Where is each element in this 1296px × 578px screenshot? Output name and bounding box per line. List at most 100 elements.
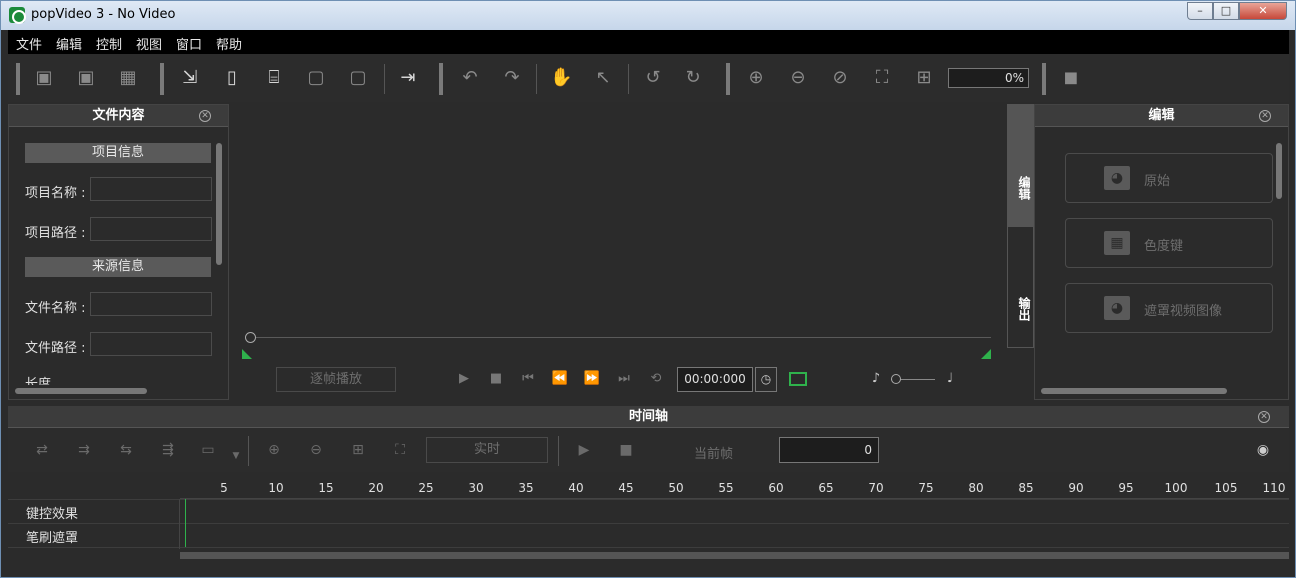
fast-forward-icon[interactable]: ⏩ [583,370,601,388]
close-button[interactable]: ✕ [1239,2,1287,20]
ruler-tick: 60 [768,481,784,495]
timeline-horizontal-scrollbar[interactable] [180,552,1289,559]
rewind-icon[interactable]: ⏪ [551,370,569,388]
zoom-fit-icon[interactable]: ⊞ [348,440,368,460]
in-point-marker[interactable] [242,349,252,359]
project-name-input[interactable] [90,177,212,201]
edit-original-button[interactable]: ◕ 原始 [1065,153,1273,203]
file-content-panel: 文件内容 ✕ 项目信息 项目名称 : 项目路径 : 来源信息 文件名称 : 文件… [8,104,229,400]
timeline-title: 时间轴 ✕ [8,406,1289,428]
fast-note-icon[interactable]: ♩ [941,370,959,388]
loop-icon[interactable]: ⟲ [647,370,665,388]
checker-icon[interactable]: ▦ [117,67,139,89]
rotate-right-icon[interactable]: ↻ [682,67,704,89]
current-frame-field[interactable]: 0 [779,437,879,463]
import-icon[interactable]: ⇲ [179,67,201,89]
edit-item-label: 原始 [1144,174,1171,189]
move-track-icon[interactable]: ⇆ [116,440,136,460]
checker-icon: ▦ [1104,231,1130,255]
project-path-label: 项目路径 : [25,226,86,241]
stop-icon[interactable]: ■ [616,440,636,460]
track-label-brush-mask[interactable]: 笔刷遮罩 [26,527,78,546]
menu-edit[interactable]: 编辑 [56,34,82,53]
menu-window[interactable]: 窗口 [176,34,202,53]
open-folder-icon[interactable]: ⌸ [263,67,285,89]
menu-control[interactable]: 控制 [96,34,122,53]
play-icon[interactable]: ▶ [574,440,594,460]
timeline-ruler[interactable]: 5 10 15 20 25 30 35 40 45 50 55 60 65 70… [180,474,1289,499]
record-icon[interactable]: ◼ [1060,67,1082,89]
ruler-tick: 35 [518,481,534,495]
stop-icon[interactable]: ■ [487,370,505,388]
menu-file[interactable]: 文件 [16,34,42,53]
horizontal-scrollbar[interactable] [1041,388,1227,394]
menu-help[interactable]: 帮助 [216,34,242,53]
eye-icon[interactable]: ◉ [1253,440,1273,460]
slow-note-icon[interactable]: ♪ [867,370,885,388]
scrub-track[interactable] [250,337,991,338]
vertical-scrollbar[interactable] [1276,143,1282,199]
portrait-frame-icon[interactable]: ▣ [75,67,97,89]
scrub-handle[interactable] [245,332,256,343]
speed-slider-handle[interactable] [891,374,901,384]
close-icon[interactable]: ✕ [199,110,211,122]
group-icon[interactable]: ⇶ [158,440,178,460]
export-icon[interactable]: ⇥ [397,67,419,89]
paste-icon[interactable]: ▭ [198,440,218,460]
zoom-reset-icon[interactable]: ⊘ [829,67,851,89]
new-file-icon[interactable]: ▯ [221,67,243,89]
horizontal-scrollbar[interactable] [15,388,147,394]
playlist-icon[interactable] [789,372,807,386]
file-name-input[interactable] [90,292,212,316]
save-as-icon[interactable]: ▢ [347,67,369,89]
clock-icon[interactable]: ◷ [755,367,777,392]
toolbar-divider [628,64,629,94]
pointer-icon[interactable]: ↖ [592,67,614,89]
timecode-field[interactable]: 00:00:000 [677,367,753,392]
save-icon[interactable]: ▢ [305,67,327,89]
ruler-tick: 70 [868,481,884,495]
fit-screen-icon[interactable]: ⛶ [871,67,893,89]
edit-mask-video-button[interactable]: ◕ 遮罩视频图像 [1065,283,1273,333]
frame-play-button[interactable]: 逐帧播放 [276,367,396,392]
out-point-marker[interactable] [981,349,991,359]
zoom-out-icon[interactable]: ⊖ [306,440,326,460]
tab-output[interactable]: 输出 [1008,227,1033,347]
undo-icon[interactable]: ↶ [459,67,481,89]
fit-screen-icon[interactable]: ⛶ [390,440,410,460]
menu-view[interactable]: 视图 [136,34,162,53]
zoom-in-icon[interactable]: ⊕ [264,440,284,460]
last-frame-icon[interactable]: ⏭ [615,370,633,388]
dropdown-arrow-icon[interactable]: ▼ [226,446,246,466]
ruler-tick: 50 [668,481,684,495]
minimize-button[interactable]: – [1187,2,1213,20]
play-icon[interactable]: ▶ [455,370,473,388]
vertical-scrollbar[interactable] [216,143,222,265]
close-icon[interactable]: ✕ [1259,110,1271,122]
toolbar-divider [248,436,249,466]
ruler-tick: 55 [718,481,734,495]
project-path-input[interactable] [90,217,212,241]
key-effect-icon[interactable]: ⇄ [32,440,52,460]
hand-icon[interactable]: ✋ [550,67,572,89]
zoom-fit-icon[interactable]: ⊞ [913,67,935,89]
maximize-button[interactable]: □ [1213,2,1239,20]
edit-chroma-key-button[interactable]: ▦ 色度键 [1065,218,1273,268]
first-frame-icon[interactable]: ⏮ [519,370,537,388]
side-tab-strip: 编辑 输出 [1007,104,1034,348]
redo-icon[interactable]: ↷ [501,67,523,89]
file-path-label: 文件路径 : [25,341,86,356]
add-track-icon[interactable]: ⇉ [74,440,94,460]
file-path-input[interactable] [90,332,212,356]
portrait-icon[interactable]: ▣ [33,67,55,89]
rotate-left-icon[interactable]: ↺ [642,67,664,89]
track-label-key-effect[interactable]: 键控效果 [26,503,78,522]
tab-edit[interactable]: 编辑 [1008,105,1033,227]
zoom-out-icon[interactable]: ⊖ [787,67,809,89]
zoom-level-field[interactable]: 0% [948,68,1029,88]
playhead[interactable] [185,499,186,547]
toolbar-divider [384,64,385,94]
realtime-button[interactable]: 实时 [426,437,548,463]
close-icon[interactable]: ✕ [1258,411,1270,423]
zoom-in-icon[interactable]: ⊕ [745,67,767,89]
